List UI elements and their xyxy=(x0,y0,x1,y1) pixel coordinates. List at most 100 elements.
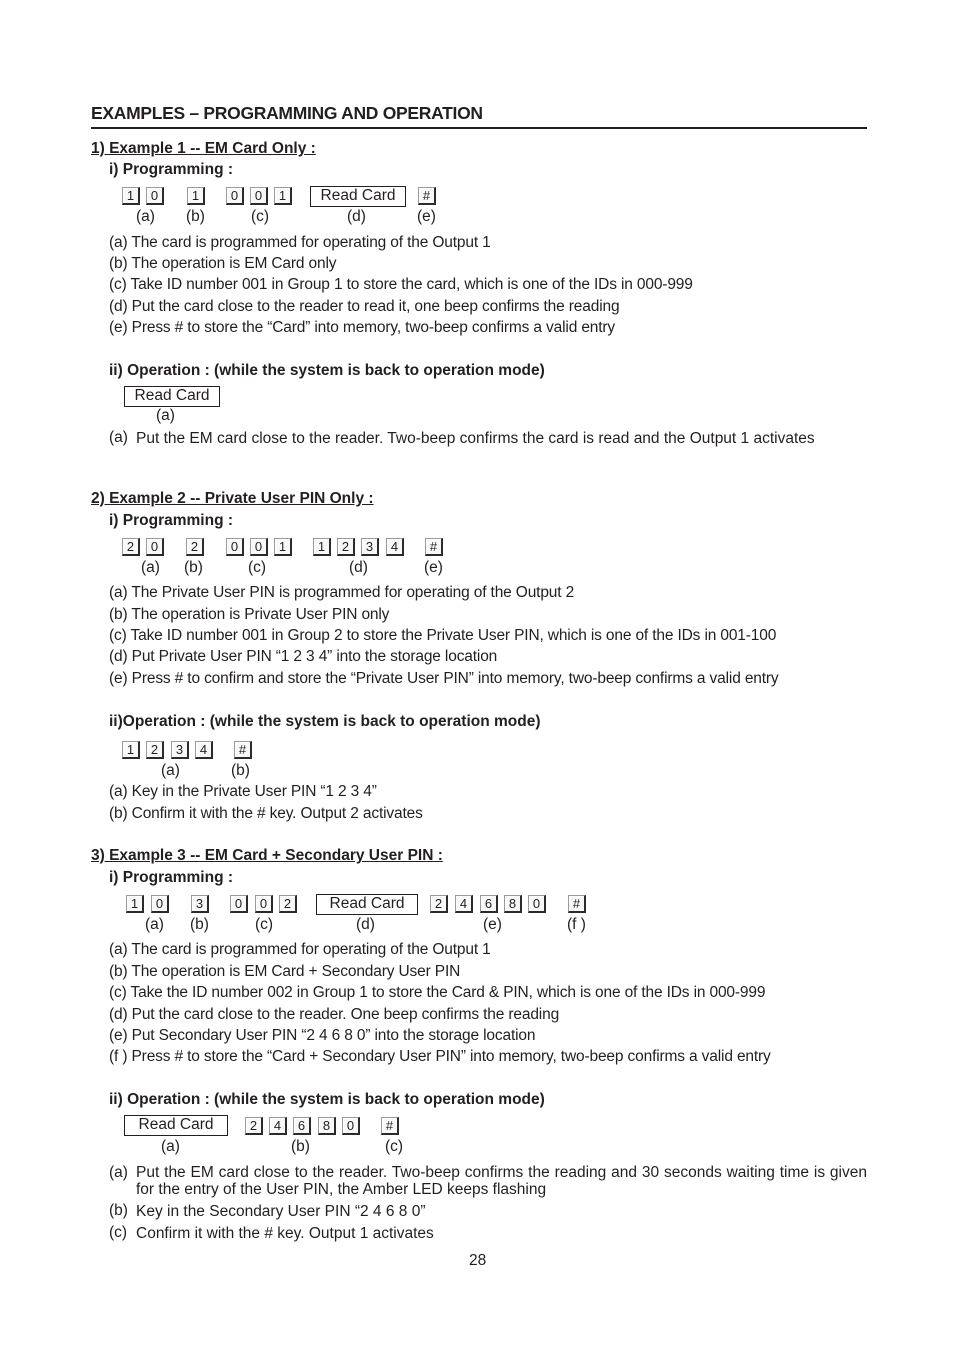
step-label: (d) xyxy=(349,559,368,576)
key-cap: # xyxy=(381,1117,399,1135)
note-text: Confirm it with the # key. Output 1 acti… xyxy=(136,1225,434,1242)
step-label: (a) xyxy=(161,1138,180,1155)
note-line: (d) Put Private User PIN “1 2 3 4” into … xyxy=(109,648,498,665)
step-label: (c) xyxy=(385,1138,404,1155)
example-2-heading: 2) Example 2 -- Private User PIN Only : xyxy=(91,490,374,507)
key-cap: 0 xyxy=(146,187,164,205)
key-cap: 0 xyxy=(151,895,169,913)
note-line: (e) Press # to store the “Card” into mem… xyxy=(109,319,616,336)
key-cap: 1 xyxy=(313,538,331,556)
step-label: (b) xyxy=(231,762,250,779)
note-text: Key in the Secondary User PIN “2 4 6 8 0… xyxy=(136,1203,426,1220)
step-label: (d) xyxy=(356,916,375,933)
note-paragraph: (a) Put the EM card close to the reader.… xyxy=(109,429,867,448)
note-line: (c) Take ID number 001 in Group 2 to sto… xyxy=(109,627,777,644)
page-title: EXAMPLES – PROGRAMMING AND OPERATION xyxy=(91,103,483,123)
key-cap: 2 xyxy=(279,895,297,913)
key-cap: 8 xyxy=(504,895,522,913)
step-label: (e) xyxy=(424,559,443,576)
step-label: (e) xyxy=(483,916,502,933)
note-line: (c) Take the ID number 002 in Group 1 to… xyxy=(109,984,766,1001)
key-cap: 2 xyxy=(245,1117,263,1135)
title-divider xyxy=(91,127,867,129)
note-text: Put the EM card close to the reader. Two… xyxy=(136,430,815,447)
note-line: (c) Take ID number 001 in Group 1 to sto… xyxy=(109,276,693,293)
read-card-box: Read Card xyxy=(124,386,220,407)
step-label: (c) xyxy=(248,559,267,576)
step-label: (a) xyxy=(136,208,155,225)
example-3-programming-heading: i) Programming : xyxy=(109,869,234,886)
step-label: (b) xyxy=(184,559,203,576)
key-cap: 2 xyxy=(122,538,140,556)
step-label: (c) xyxy=(251,208,270,225)
step-label: (b) xyxy=(190,916,209,933)
read-card-box: Read Card xyxy=(310,186,406,207)
read-card-box: Read Card xyxy=(124,1115,228,1136)
note-line: (a) The card is programmed for operating… xyxy=(109,941,491,958)
key-cap: 1 xyxy=(187,187,205,205)
step-label: (a) xyxy=(141,559,160,576)
step-label: (b) xyxy=(291,1138,310,1155)
key-cap: # xyxy=(418,187,436,205)
step-label: (a) xyxy=(145,916,164,933)
key-cap: 2 xyxy=(337,538,355,556)
key-cap: 8 xyxy=(318,1117,336,1135)
key-cap: # xyxy=(425,538,443,556)
step-label: (d) xyxy=(347,208,366,225)
key-cap: 4 xyxy=(269,1117,287,1135)
key-cap: 0 xyxy=(226,538,244,556)
key-cap: # xyxy=(568,895,586,913)
example-1-programming-heading: i) Programming : xyxy=(109,161,234,178)
key-cap: 0 xyxy=(342,1117,360,1135)
key-cap: 2 xyxy=(146,741,164,759)
key-cap: 4 xyxy=(455,895,473,913)
step-label: (a) xyxy=(161,762,180,779)
note-mark: (c) xyxy=(109,1224,128,1241)
key-cap: 0 xyxy=(528,895,546,913)
note-paragraph: (c) Confirm it with the # key. Output 1 … xyxy=(109,1224,867,1243)
note-line: (b) Confirm it with the # key. Output 2 … xyxy=(109,805,423,822)
note-line: (b) The operation is EM Card + Secondary… xyxy=(109,963,461,980)
key-cap: 3 xyxy=(361,538,379,556)
key-cap: 0 xyxy=(146,538,164,556)
note-line: (e) Put Secondary User PIN “2 4 6 8 0” i… xyxy=(109,1027,536,1044)
key-cap: 1 xyxy=(274,538,292,556)
key-cap: 0 xyxy=(230,895,248,913)
example-2-operation-heading: ii)Operation : (while the system is back… xyxy=(109,713,541,730)
note-line: (f ) Press # to store the “Card + Second… xyxy=(109,1048,771,1065)
note-line: (d) Put the card close to the reader. On… xyxy=(109,1006,560,1023)
key-cap: 6 xyxy=(480,895,498,913)
note-paragraph: (b) Key in the Secondary User PIN “2 4 6… xyxy=(109,1202,867,1221)
key-cap: 1 xyxy=(122,741,140,759)
key-cap: 4 xyxy=(195,741,213,759)
note-mark: (a) xyxy=(109,429,128,446)
key-cap: 0 xyxy=(250,538,268,556)
page-number: 28 xyxy=(469,1252,487,1269)
note-line: (d) Put the card close to the reader to … xyxy=(109,298,620,315)
example-3-heading: 3) Example 3 -- EM Card + Secondary User… xyxy=(91,847,443,864)
step-label: (e) xyxy=(417,208,436,225)
step-label: (b) xyxy=(186,208,205,225)
key-cap: 2 xyxy=(430,895,448,913)
example-1-heading: 1) Example 1 -- EM Card Only : xyxy=(91,140,316,157)
key-cap: 0 xyxy=(255,895,273,913)
note-line: (a) The card is programmed for operating… xyxy=(109,234,491,251)
key-cap: 3 xyxy=(171,741,189,759)
example-2-programming-heading: i) Programming : xyxy=(109,512,234,529)
note-line: (e) Press # to confirm and store the “Pr… xyxy=(109,670,779,687)
key-cap: # xyxy=(234,741,252,759)
note-line: (a) Key in the Private User PIN “1 2 3 4… xyxy=(109,783,377,800)
key-cap: 1 xyxy=(122,187,140,205)
note-text: Put the EM card close to the reader. Two… xyxy=(136,1164,867,1198)
note-line: (b) The operation is Private User PIN on… xyxy=(109,606,390,623)
key-cap: 6 xyxy=(293,1117,311,1135)
note-mark: (a) xyxy=(109,1164,128,1181)
step-label: (a) xyxy=(156,407,175,424)
note-line: (a) The Private User PIN is programmed f… xyxy=(109,584,575,601)
note-line: (b) The operation is EM Card only xyxy=(109,255,337,272)
note-paragraph: (a) Put the EM card close to the reader.… xyxy=(109,1164,867,1198)
example-1-operation-heading: ii) Operation : (while the system is bac… xyxy=(109,362,545,379)
read-card-box: Read Card xyxy=(316,894,418,915)
key-cap: 3 xyxy=(191,895,209,913)
key-cap: 2 xyxy=(186,538,204,556)
